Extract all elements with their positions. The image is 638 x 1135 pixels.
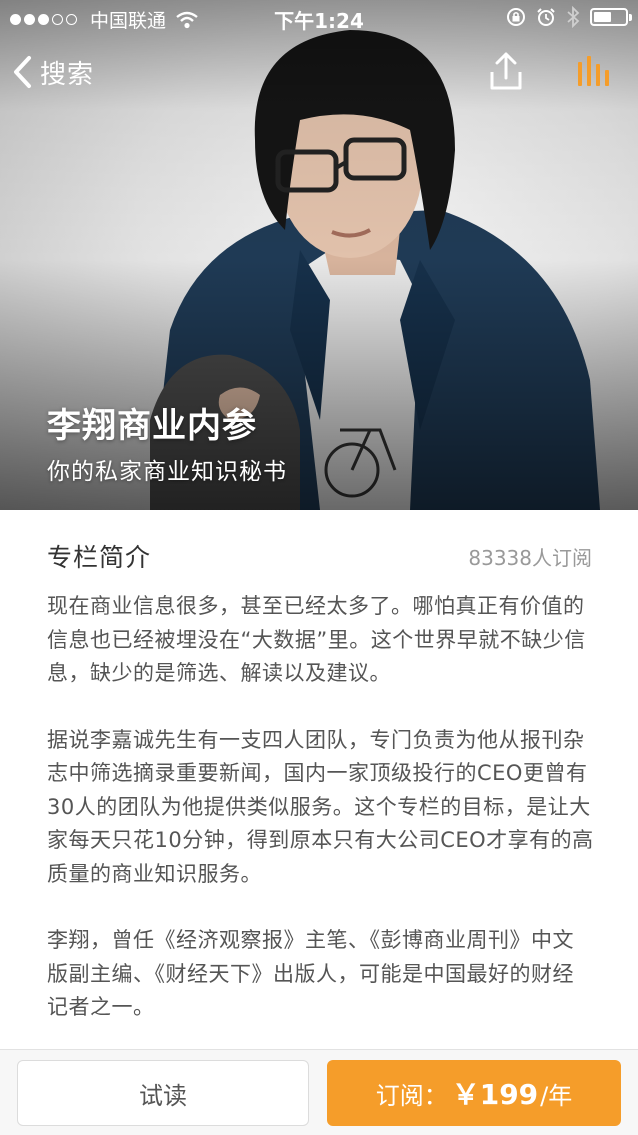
subscriber-count: 83338人订阅 (468, 546, 592, 570)
back-button[interactable]: 搜索 (12, 50, 94, 94)
audio-bars-icon (578, 56, 609, 86)
column-description: 现在商业信息很多，甚至已经太多了。哪怕真正有价值的信息也已经被埋没在“大数据”里… (47, 590, 595, 1058)
section-title: 专栏简介 (47, 543, 152, 572)
action-bar: 试读 订阅： ￥199 /年 (0, 1049, 638, 1135)
hero-banner: 中国联通 下午1:24 搜索 李翔商业内参 你的私家商业知识秘书 (0, 0, 638, 510)
subscribe-price: ￥199 (451, 1078, 539, 1111)
bluetooth-icon (567, 6, 580, 28)
battery-icon (590, 8, 632, 26)
description-paragraph: 李翔，曾任《经济观察报》主笔、《彭博商业周刊》中文版副主编、《财经天下》出版人，… (47, 928, 574, 1019)
audio-player-button[interactable] (574, 52, 614, 92)
subscribe-price-unit: /年 (540, 1081, 573, 1110)
column-subtitle: 你的私家商业知识秘书 (47, 459, 287, 485)
share-icon (490, 52, 522, 90)
share-button[interactable] (486, 50, 526, 94)
chevron-left-icon (14, 56, 31, 88)
back-button-label: 搜索 (40, 59, 95, 90)
subscribe-label: 订阅： (375, 1081, 448, 1110)
column-title: 李翔商业内参 (47, 406, 257, 446)
intro-header: 专栏简介 83338人订阅 (47, 538, 592, 572)
subscribe-button[interactable]: 订阅： ￥199 /年 (327, 1060, 621, 1126)
status-bar: 中国联通 下午1:24 (0, 0, 638, 36)
description-paragraph: 据说李嘉诚先生有一支四人团队，专门负责为他从报刊杂志中筛选摘录重要新闻，国内一家… (47, 727, 594, 886)
alarm-icon (537, 8, 555, 26)
orientation-lock-icon (507, 8, 525, 26)
trial-read-button[interactable]: 试读 (17, 1060, 309, 1126)
description-paragraph: 现在商业信息很多，甚至已经太多了。哪怕真正有价值的信息也已经被埋没在“大数据”里… (47, 594, 586, 685)
